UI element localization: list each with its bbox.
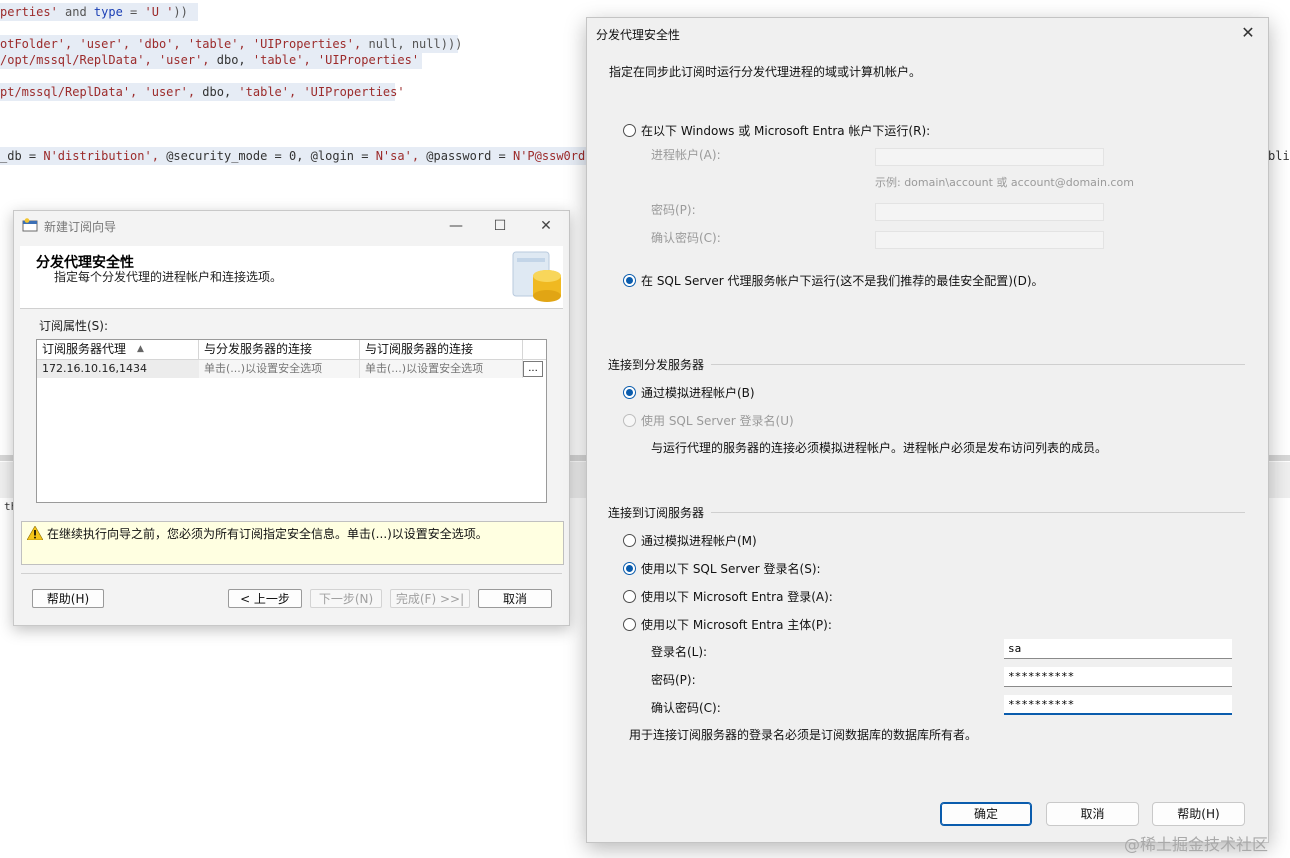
run-as-agent-radio[interactable]	[623, 274, 636, 287]
cancel-button[interactable]: 取消	[478, 589, 552, 608]
code-line: pt/mssql/ReplData', 'user', dbo, 'table'…	[0, 83, 405, 101]
help-button[interactable]: 帮助(H)	[32, 589, 104, 608]
dist-sql-login-label[interactable]: 使用 SQL Server 登录名(U)	[641, 412, 794, 429]
column-header-label: 订阅服务器代理	[42, 342, 127, 356]
code-token: otFolder', 'user', 'dbo', 'table', 'UIPr…	[0, 37, 369, 51]
code-line: _db = N'distribution', @security_mode = …	[0, 147, 607, 165]
finish-button[interactable]: 完成(F) >>|	[390, 589, 470, 608]
code-token: null, null)))	[368, 37, 463, 51]
login-input[interactable]: sa	[1004, 639, 1232, 659]
sub-entra-principal-label[interactable]: 使用以下 Microsoft Entra 主体(P):	[641, 616, 832, 633]
minimize-button[interactable]: —	[442, 216, 470, 236]
code-token: dbo,	[216, 53, 253, 67]
sub-impersonate-label[interactable]: 通过模拟进程帐户(M)	[641, 532, 757, 549]
warning-text: 在继续执行向导之前，您必须为所有订阅指定安全信息。单击(...)以设置安全选项。	[47, 527, 488, 541]
confirm-password-input[interactable]	[875, 231, 1104, 249]
sort-ascending-icon: ▲	[137, 344, 144, 354]
code-token: ))	[173, 5, 188, 19]
wizard-page-subtitle: 指定每个分发代理的进程帐户和连接选项。	[54, 270, 283, 284]
code-line: /opt/mssql/ReplData', 'user', dbo, 'tabl…	[0, 51, 422, 69]
subscriber-login-note: 用于连接订阅服务器的登录名必须是订阅数据库的数据库所有者。	[629, 728, 978, 742]
process-account-label: 进程帐户(A):	[651, 148, 721, 162]
code-token: type	[93, 5, 123, 19]
table-row[interactable]: 172.16.10.16,1434 单击(...)以设置安全选项 单击(...)…	[37, 360, 546, 378]
code-token: _db =	[0, 149, 44, 163]
sub-sql-login-label[interactable]: 使用以下 SQL Server 登录名(S):	[641, 560, 821, 577]
cancel-button[interactable]: 取消	[1046, 802, 1139, 826]
security-options-ellipsis-button[interactable]: ...	[523, 361, 543, 377]
confirm-password-label: 确认密码(C):	[651, 231, 721, 245]
cell-subscriber-agent[interactable]: 172.16.10.16,1434	[37, 360, 199, 378]
close-icon[interactable]: ✕	[1238, 23, 1258, 43]
divider	[21, 573, 562, 574]
code-token: and	[57, 5, 94, 19]
watermark: @稀土掘金技术社区	[1124, 835, 1269, 854]
grid-header: 订阅服务器代理 ▲ 与分发服务器的连接 与订阅服务器的连接	[37, 340, 546, 360]
sub-password-label: 密码(P):	[651, 673, 696, 687]
dist-impersonate-label[interactable]: 通过模拟进程帐户(B)	[641, 384, 755, 401]
code-token: 'table', 'UIProperties'	[238, 85, 405, 99]
dist-connection-note: 与运行代理的服务器的连接必须模拟进程帐户。进程帐户必须是发布访问列表的成员。	[651, 441, 1108, 455]
sub-sql-login-radio[interactable]	[623, 562, 636, 575]
code-fragment-right: bli	[1268, 149, 1290, 163]
column-header-distributor-connection[interactable]: 与分发服务器的连接	[199, 340, 360, 359]
code-token: dbo,	[202, 85, 239, 99]
connect-subscriber-group-label: 连接到订阅服务器	[608, 506, 705, 520]
sub-entra-login-radio[interactable]	[623, 590, 636, 603]
sub-confirm-password-label: 确认密码(C):	[651, 701, 721, 715]
subscription-properties-label: 订阅属性(S):	[39, 319, 109, 333]
database-security-icon	[512, 251, 561, 302]
code-line: perties' and type = 'U '))	[0, 3, 198, 21]
back-button[interactable]: < 上一步	[228, 589, 302, 608]
group-divider	[711, 512, 1245, 513]
wizard-title: 新建订阅向导	[44, 220, 117, 234]
warning-message-box: 在继续执行向导之前，您必须为所有订阅指定安全信息。单击(...)以设置安全选项。	[21, 521, 564, 565]
sub-password-input[interactable]: **********	[1004, 667, 1232, 687]
group-divider	[711, 364, 1245, 365]
code-token: @password =	[426, 149, 513, 163]
close-button[interactable]: ✕	[532, 216, 560, 236]
code-token: /opt/mssql/ReplData', 'user',	[0, 53, 217, 67]
sub-confirm-password-input[interactable]: **********	[1004, 695, 1232, 715]
help-button[interactable]: 帮助(H)	[1152, 802, 1245, 826]
cell-distributor-connection[interactable]: 单击(...)以设置安全选项	[199, 360, 360, 378]
example-hint: 示例: domain\account 或 account@domain.com	[875, 176, 1134, 189]
next-button[interactable]: 下一步(N)	[310, 589, 382, 608]
run-as-account-radio[interactable]	[623, 124, 636, 137]
process-account-input[interactable]	[875, 148, 1104, 166]
column-header-subscriber-connection[interactable]: 与订阅服务器的连接	[360, 340, 523, 359]
maximize-button[interactable]: ☐	[486, 216, 514, 236]
login-label: 登录名(L):	[651, 645, 708, 659]
sub-impersonate-radio[interactable]	[623, 534, 636, 547]
cell-subscriber-connection[interactable]: 单击(...)以设置安全选项	[360, 360, 523, 378]
sub-entra-login-label[interactable]: 使用以下 Microsoft Entra 登录(A):	[641, 588, 833, 605]
dist-impersonate-radio[interactable]	[623, 386, 636, 399]
code-token: =	[122, 5, 145, 19]
new-subscription-wizard-window: 新建订阅向导 — ☐ ✕ 分发代理安全性 指定每个分发代理的进程帐户和连接选项。…	[13, 210, 570, 626]
code-token: 'U '	[144, 5, 174, 19]
code-token: N'sa',	[375, 149, 427, 163]
sub-entra-principal-radio[interactable]	[623, 618, 636, 631]
password-input[interactable]	[875, 203, 1104, 221]
ok-button[interactable]: 确定	[940, 802, 1032, 826]
code-token: pt/mssql/ReplData', 'user',	[0, 85, 203, 99]
warning-icon	[27, 526, 43, 540]
code-token: perties'	[0, 5, 58, 19]
wizard-header-banner: 分发代理安全性 指定每个分发代理的进程帐户和连接选项。	[20, 246, 563, 309]
run-as-account-label[interactable]: 在以下 Windows 或 Microsoft Entra 帐户下运行(R):	[641, 122, 930, 139]
subscription-properties-grid[interactable]: 订阅服务器代理 ▲ 与分发服务器的连接 与订阅服务器的连接 172.16.10.…	[36, 339, 547, 503]
intro-text: 指定在同步此订阅时运行分发代理进程的域或计算机帐户。	[609, 65, 922, 79]
dist-sql-login-radio[interactable]	[623, 414, 636, 427]
connect-distributor-group-label: 连接到分发服务器	[608, 358, 705, 372]
dialog-title: 分发代理安全性	[596, 28, 681, 42]
distribution-agent-security-dialog: 分发代理安全性 ✕ 指定在同步此订阅时运行分发代理进程的域或计算机帐户。 在以下…	[586, 17, 1269, 843]
column-header-subscriber-agent[interactable]: 订阅服务器代理 ▲	[37, 340, 199, 359]
code-token: N'distribution',	[43, 149, 167, 163]
run-as-agent-label[interactable]: 在 SQL Server 代理服务帐户下运行(这不是我们推荐的最佳安全配置)(D…	[641, 272, 1044, 289]
code-token: 'table', 'UIProperties'	[252, 53, 420, 67]
code-token: @security_mode = 0, @login =	[166, 149, 376, 163]
password-label: 密码(P):	[651, 203, 696, 217]
wizard-titlebar[interactable]: 新建订阅向导 — ☐ ✕	[14, 211, 569, 241]
wizard-app-icon	[22, 218, 38, 232]
